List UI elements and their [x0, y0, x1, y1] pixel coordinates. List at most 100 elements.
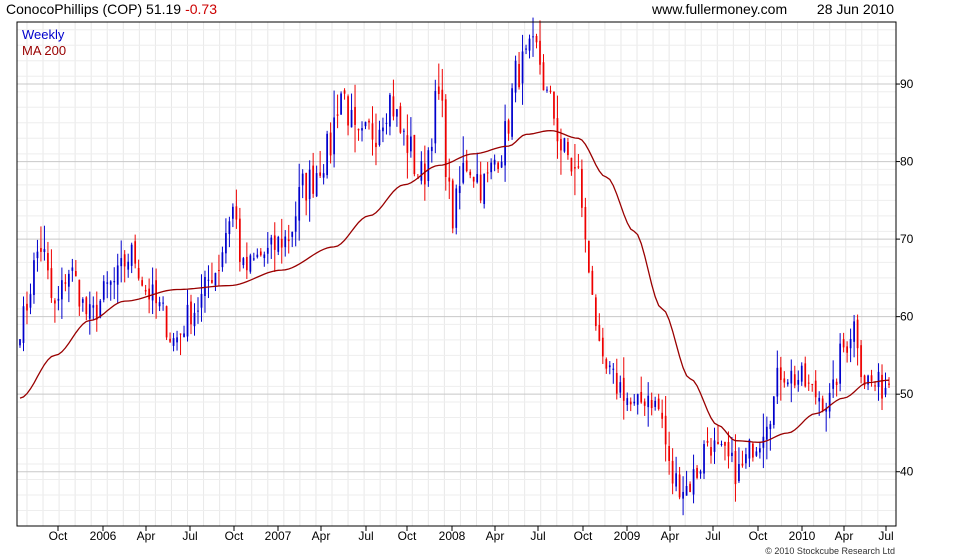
candle-body	[500, 161, 503, 168]
candle-body	[392, 96, 395, 117]
candle-body	[724, 441, 726, 446]
candle-body	[776, 367, 779, 397]
candle-body	[720, 443, 723, 445]
candle-body	[22, 306, 25, 343]
candle-body	[622, 377, 625, 401]
x-tick-label: Apr	[486, 529, 505, 543]
candle-body	[556, 118, 559, 142]
candle-body	[483, 173, 486, 205]
candle-body	[396, 109, 398, 117]
candle-body	[647, 395, 650, 408]
candle-body	[183, 333, 185, 337]
candle-body	[43, 249, 46, 253]
candle-body	[563, 138, 566, 152]
candle-body	[846, 346, 848, 353]
candle-body	[61, 280, 63, 300]
candle-body	[413, 134, 416, 175]
candle-body	[504, 121, 506, 166]
candle-body	[190, 301, 192, 325]
candle-body	[469, 171, 472, 176]
candle-body	[727, 441, 730, 457]
candle-body	[176, 337, 178, 343]
candle-body	[671, 460, 674, 484]
candle-body	[490, 162, 493, 173]
candle-body	[88, 304, 91, 319]
candle-body	[123, 254, 126, 267]
x-tick-label: Oct	[225, 529, 244, 543]
x-tick-label: Oct	[574, 529, 593, 543]
candle-body	[148, 288, 150, 300]
candle-body	[657, 398, 660, 410]
x-tick-label: 2006	[90, 529, 117, 543]
candle-body	[783, 378, 786, 383]
candle-body	[343, 90, 346, 94]
candle-body	[364, 121, 367, 127]
candle-body	[790, 370, 793, 384]
candle-body	[748, 439, 751, 459]
candle-body	[853, 321, 855, 342]
candle-body	[67, 273, 70, 287]
candle-body	[574, 167, 576, 169]
x-tick-label: Apr	[312, 529, 331, 543]
legend-entry: MA 200	[22, 43, 66, 58]
candle-body	[455, 188, 458, 228]
candle-body	[839, 343, 842, 384]
candle-body	[423, 163, 426, 185]
candle-body	[493, 159, 496, 165]
candle-body	[36, 251, 39, 259]
candle-body	[835, 381, 838, 386]
candle-body	[441, 89, 444, 101]
candle-body	[664, 415, 667, 445]
candle-body	[280, 238, 283, 248]
candle-body	[752, 443, 754, 458]
candle-body	[619, 382, 622, 393]
candle-body	[245, 256, 248, 271]
candle-body	[322, 173, 325, 178]
candle-body	[462, 162, 465, 183]
x-tick-label: Jul	[705, 529, 720, 543]
candle-body	[361, 128, 363, 131]
chart-date-label: 28 Jun 2010	[817, 1, 894, 17]
candle-body	[650, 400, 653, 409]
candle-body	[270, 237, 273, 245]
candle-body	[287, 239, 290, 242]
candle-body	[874, 385, 876, 387]
candle-body	[134, 241, 137, 264]
candle-body	[263, 254, 266, 259]
y-tick-label: 90	[900, 77, 914, 91]
symbol-and-price: ConocoPhillips (COP) 51.19	[6, 1, 181, 17]
candle-body	[50, 268, 53, 298]
candle-body	[430, 146, 433, 152]
candle-body	[109, 281, 112, 285]
candle-body	[654, 400, 657, 407]
candle-body	[479, 174, 482, 201]
candle-body	[640, 391, 643, 403]
candle-body	[832, 379, 835, 389]
candle-body	[389, 94, 391, 127]
candle-body	[305, 173, 308, 201]
candle-body	[633, 401, 636, 404]
candle-body	[458, 186, 461, 194]
candle-body	[378, 129, 381, 146]
candle-body	[357, 128, 360, 131]
candle-body	[81, 299, 84, 303]
candle-body	[85, 297, 88, 315]
x-tick-label: Oct	[49, 529, 68, 543]
candle-body	[326, 133, 328, 176]
candle-body	[738, 464, 740, 482]
candle-body	[636, 394, 639, 405]
candle-body	[615, 372, 618, 394]
candle-body	[525, 48, 527, 50]
candle-body	[594, 297, 597, 327]
y-tick-label: 40	[900, 465, 914, 479]
candle-body	[884, 387, 887, 395]
candle-body	[218, 270, 220, 272]
x-tick-label: 2009	[614, 529, 641, 543]
candle-body	[828, 392, 831, 412]
candle-body	[772, 396, 775, 425]
candle-body	[741, 463, 744, 466]
candle-body	[818, 397, 821, 402]
candle-body	[765, 426, 768, 440]
candle-body	[507, 120, 510, 134]
candle-body	[420, 161, 423, 181]
